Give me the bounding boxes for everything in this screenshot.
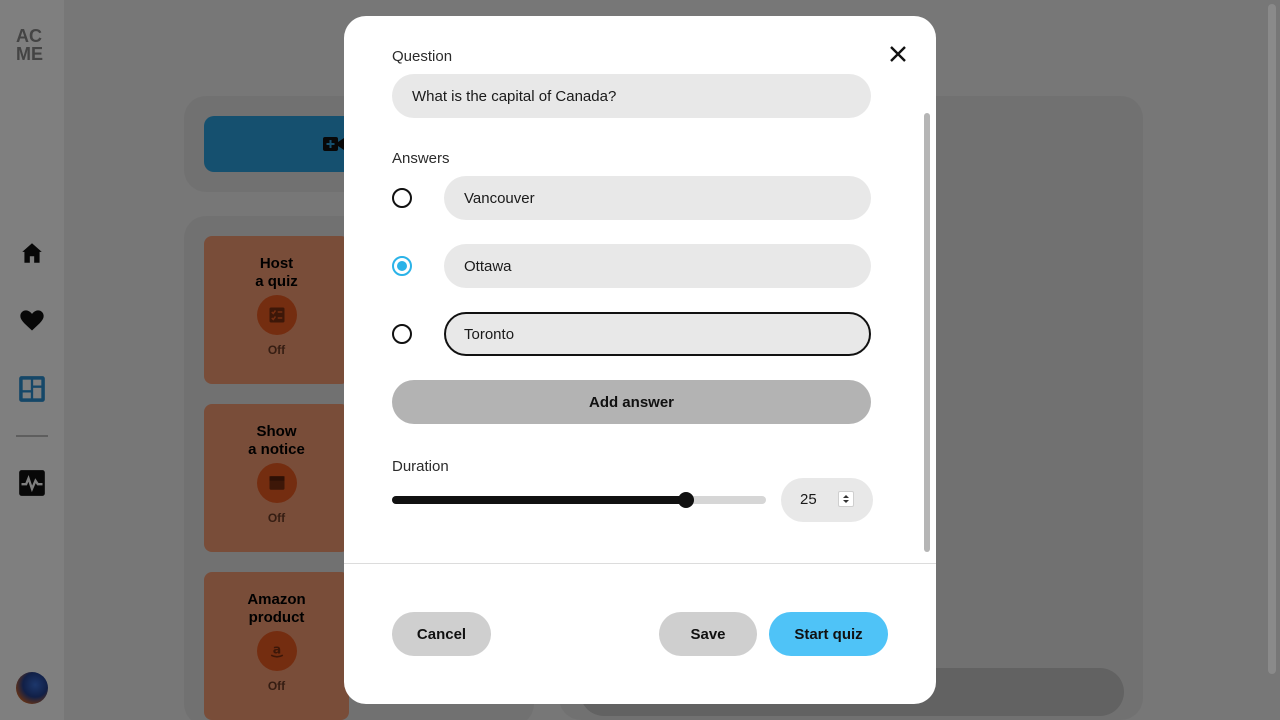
slider-fill xyxy=(392,496,686,504)
chevron-up-icon[interactable] xyxy=(843,495,849,498)
answer-radio-3[interactable] xyxy=(392,324,412,344)
page-scrollbar[interactable] xyxy=(1268,4,1276,674)
answer-radio-1[interactable] xyxy=(392,188,412,208)
start-quiz-button[interactable]: Start quiz xyxy=(769,612,888,656)
question-label: Question xyxy=(392,48,453,65)
answer-input-1[interactable]: Vancouver xyxy=(444,176,871,220)
slider-thumb[interactable] xyxy=(677,492,694,508)
save-button[interactable]: Save xyxy=(659,612,757,656)
answer-value: Ottawa xyxy=(464,257,512,275)
duration-value: 25 xyxy=(800,491,817,508)
add-answer-button[interactable]: Add answer xyxy=(392,380,871,424)
quiz-modal: Question What is the capital of Canada? … xyxy=(344,16,936,704)
stepper-arrows-icon[interactable] xyxy=(838,491,854,507)
answer-value: Toronto xyxy=(464,325,515,343)
answer-input-2[interactable]: Ottawa xyxy=(444,244,871,288)
slider-track xyxy=(392,496,766,504)
footer-divider xyxy=(344,563,936,564)
answer-radio-2[interactable] xyxy=(392,256,412,276)
duration-stepper[interactable]: 25 xyxy=(781,478,873,522)
question-input[interactable]: What is the capital of Canada? xyxy=(392,74,871,118)
modal-scrollbar[interactable] xyxy=(924,113,930,552)
answers-label: Answers xyxy=(392,150,450,167)
duration-label: Duration xyxy=(392,458,449,475)
answer-value: Vancouver xyxy=(464,189,535,207)
close-icon[interactable] xyxy=(886,42,910,66)
duration-slider[interactable] xyxy=(392,490,766,510)
question-value: What is the capital of Canada? xyxy=(412,87,617,105)
answer-input-3[interactable]: Toronto xyxy=(444,312,871,356)
cancel-button[interactable]: Cancel xyxy=(392,612,491,656)
chevron-down-icon[interactable] xyxy=(843,500,849,503)
